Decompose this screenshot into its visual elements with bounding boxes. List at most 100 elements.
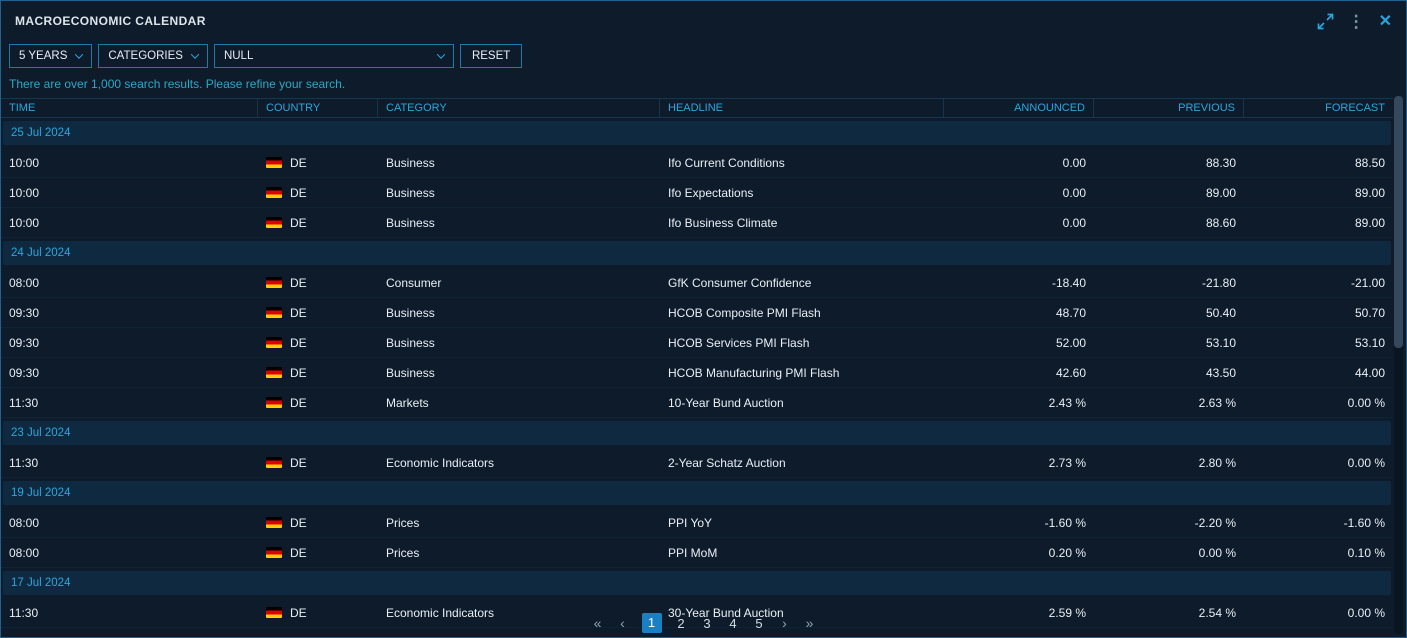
column-header-announced[interactable]: ANNOUNCED	[944, 99, 1094, 117]
table-row[interactable]: 09:30DEBusinessHCOB Services PMI Flash52…	[1, 328, 1393, 358]
announced-cell: 0.00	[944, 216, 1094, 230]
time-cell: 09:30	[1, 336, 258, 350]
announced-cell: 48.70	[944, 306, 1094, 320]
pagination-page-4[interactable]: 4	[727, 616, 740, 631]
forecast-cell: -1.60 %	[1244, 516, 1393, 530]
previous-cell: 43.50	[1094, 366, 1244, 380]
forecast-cell: 0.00 %	[1244, 606, 1393, 620]
flag-de-icon	[266, 367, 282, 378]
time-cell: 09:30	[1, 366, 258, 380]
table-row[interactable]: 08:00DEPricesPPI YoY-1.60 %-2.20 %-1.60 …	[1, 508, 1393, 538]
headline-cell: PPI YoY	[660, 516, 944, 530]
pagination-first[interactable]: «	[592, 615, 604, 631]
scrollbar-thumb[interactable]	[1394, 96, 1403, 348]
flag-de-icon	[266, 307, 282, 318]
country-cell: DE	[258, 336, 378, 350]
pagination-next[interactable]: ›	[779, 615, 791, 631]
category-cell: Business	[378, 306, 660, 320]
results-message: There are over 1,000 search results. Ple…	[1, 68, 1406, 98]
country-code: DE	[290, 546, 307, 560]
country-cell: DE	[258, 396, 378, 410]
forecast-cell: 89.00	[1244, 186, 1393, 200]
close-icon[interactable]: ✕	[1379, 11, 1392, 31]
reset-button[interactable]: RESET	[460, 44, 522, 68]
period-select-value: 5 YEARS	[19, 50, 67, 62]
previous-cell: 2.80 %	[1094, 456, 1244, 470]
table-row[interactable]: 11:30DEMarkets10-Year Bund Auction2.43 %…	[1, 388, 1393, 418]
pagination-page-2[interactable]: 2	[675, 616, 688, 631]
forecast-cell: -21.00	[1244, 276, 1393, 290]
previous-cell: 50.40	[1094, 306, 1244, 320]
table-row[interactable]: 09:30DEBusinessHCOB Composite PMI Flash4…	[1, 298, 1393, 328]
time-cell: 11:30	[1, 606, 258, 620]
filter-select[interactable]: NULL	[214, 44, 454, 68]
announced-cell: -1.60 %	[944, 516, 1094, 530]
categories-select-value: CATEGORIES	[108, 50, 183, 62]
country-cell: DE	[258, 456, 378, 470]
announced-cell: -18.40	[944, 276, 1094, 290]
macroeconomic-calendar-window: MACROECONOMIC CALENDAR ⋮ ✕ 5 YEARS CATEG…	[0, 0, 1407, 638]
table-row[interactable]: 09:30DEBusinessHCOB Manufacturing PMI Fl…	[1, 358, 1393, 388]
time-cell: 10:00	[1, 216, 258, 230]
headline-cell: HCOB Manufacturing PMI Flash	[660, 366, 944, 380]
forecast-cell: 50.70	[1244, 306, 1393, 320]
country-cell: DE	[258, 306, 378, 320]
date-group-row: 24 Jul 2024	[3, 241, 1391, 265]
previous-cell: 88.60	[1094, 216, 1244, 230]
column-header-country[interactable]: COUNTRY	[258, 99, 378, 117]
headline-cell: Ifo Business Climate	[660, 216, 944, 230]
category-cell: Prices	[378, 516, 660, 530]
flag-de-icon	[266, 607, 282, 618]
pagination-page-5[interactable]: 5	[753, 616, 766, 631]
country-cell: DE	[258, 216, 378, 230]
column-header-previous[interactable]: PREVIOUS	[1094, 99, 1244, 117]
time-cell: 08:00	[1, 516, 258, 530]
country-code: DE	[290, 276, 307, 290]
headline-cell: GfK Consumer Confidence	[660, 276, 944, 290]
window-controls: ⋮ ✕	[1317, 11, 1392, 31]
country-cell: DE	[258, 516, 378, 530]
country-cell: DE	[258, 186, 378, 200]
table-row[interactable]: 10:00DEBusinessIfo Expectations0.0089.00…	[1, 178, 1393, 208]
country-code: DE	[290, 396, 307, 410]
flag-de-icon	[266, 397, 282, 408]
pagination-prev[interactable]: ‹	[617, 615, 629, 631]
country-code: DE	[290, 606, 307, 620]
pagination-last[interactable]: »	[804, 615, 816, 631]
flag-de-icon	[266, 457, 282, 468]
table-row[interactable]: 11:30DEEconomic Indicators2-Year Schatz …	[1, 448, 1393, 478]
categories-select[interactable]: CATEGORIES	[98, 44, 208, 68]
pagination-page-3[interactable]: 3	[701, 616, 714, 631]
time-cell: 08:00	[1, 546, 258, 560]
country-code: DE	[290, 306, 307, 320]
time-cell: 08:00	[1, 276, 258, 290]
pagination-page-1[interactable]: 1	[642, 613, 662, 633]
expand-icon[interactable]	[1317, 13, 1334, 30]
country-cell: DE	[258, 546, 378, 560]
filter-select-value: NULL	[224, 50, 253, 62]
country-cell: DE	[258, 156, 378, 170]
forecast-cell: 88.50	[1244, 156, 1393, 170]
column-header-headline[interactable]: HEADLINE	[660, 99, 944, 117]
table-row[interactable]: 08:00DEPricesPPI MoM0.20 %0.00 %0.10 %	[1, 538, 1393, 568]
column-header-category[interactable]: CATEGORY	[378, 99, 660, 117]
country-cell: DE	[258, 276, 378, 290]
country-code: DE	[290, 516, 307, 530]
period-select[interactable]: 5 YEARS	[9, 44, 92, 68]
table-header-row: TIMECOUNTRYCATEGORYHEADLINEANNOUNCEDPREV…	[1, 98, 1393, 118]
time-cell: 11:30	[1, 456, 258, 470]
forecast-cell: 0.10 %	[1244, 546, 1393, 560]
time-cell: 09:30	[1, 306, 258, 320]
table-row[interactable]: 08:00DEConsumerGfK Consumer Confidence-1…	[1, 268, 1393, 298]
flag-de-icon	[266, 157, 282, 168]
forecast-cell: 89.00	[1244, 216, 1393, 230]
previous-cell: -21.80	[1094, 276, 1244, 290]
table-row[interactable]: 10:00DEBusinessIfo Business Climate0.008…	[1, 208, 1393, 238]
announced-cell: 2.73 %	[944, 456, 1094, 470]
kebab-menu-icon[interactable]: ⋮	[1348, 13, 1365, 30]
vertical-scrollbar[interactable]	[1394, 96, 1403, 634]
column-header-time[interactable]: TIME	[1, 99, 258, 117]
chevron-down-icon	[191, 50, 199, 58]
column-header-forecast[interactable]: FORECAST	[1244, 99, 1393, 117]
table-row[interactable]: 10:00DEBusinessIfo Current Conditions0.0…	[1, 148, 1393, 178]
